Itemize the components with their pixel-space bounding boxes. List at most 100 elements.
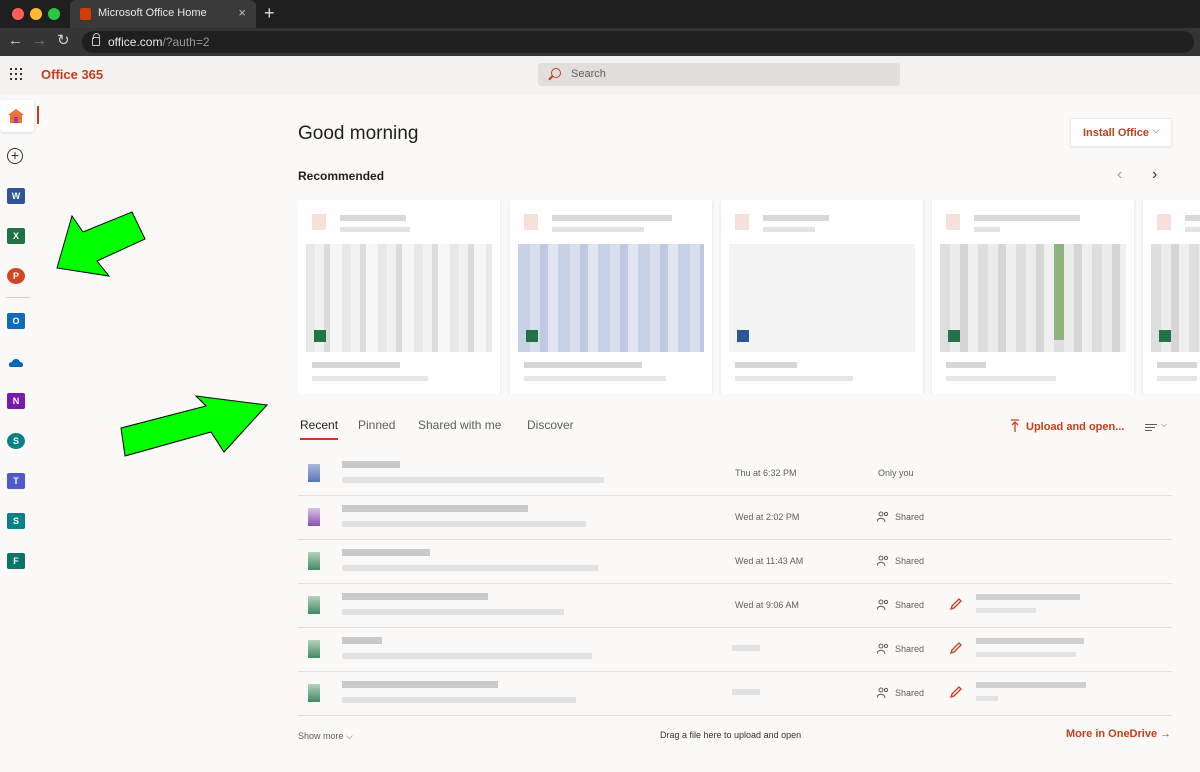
recommended-card[interactable] [1143, 200, 1200, 394]
file-name [342, 461, 400, 468]
recommended-card[interactable] [298, 200, 500, 394]
word-icon [737, 330, 749, 342]
shared-people-icon [877, 511, 889, 522]
recommended-heading: Recommended [298, 169, 385, 183]
brand-name[interactable]: Office 365 [41, 67, 103, 82]
card-file-location [524, 376, 666, 381]
excel-icon [314, 330, 326, 342]
card-activity-text [1185, 215, 1200, 221]
file-row[interactable]: Shared [298, 628, 1172, 672]
excel-icon [308, 684, 320, 702]
activity-icon [735, 214, 749, 230]
powerpoint-icon[interactable]: P [7, 268, 25, 284]
file-path [342, 565, 598, 571]
file-date: Wed at 11:43 AM [735, 556, 804, 566]
drag-upload-hint: Drag a file here to upload and open [660, 730, 802, 740]
search-box[interactable]: Search [538, 63, 900, 86]
sway-icon[interactable]: S [7, 513, 25, 529]
tab-close-icon[interactable]: × [238, 5, 246, 21]
onedrive-icon[interactable] [7, 355, 25, 371]
word-icon[interactable]: W [7, 188, 25, 204]
sort-icon[interactable]: ⌵ [1145, 420, 1169, 434]
file-row[interactable]: Wed at 9:06 AM Shared [298, 584, 1172, 628]
thumbnail-highlight [1054, 244, 1064, 340]
shared-people-icon [877, 643, 889, 654]
tab-recent[interactable]: Recent [300, 418, 339, 440]
search-icon [551, 68, 561, 78]
file-path [342, 653, 592, 659]
onenote-icon[interactable]: N [7, 393, 25, 409]
card-file-location [735, 376, 853, 381]
previous-icon[interactable]: ‹ [1117, 166, 1122, 184]
recommended-card[interactable] [510, 200, 712, 394]
url-path: /?auth=2 [162, 35, 210, 49]
shared-people-icon [877, 687, 889, 698]
excel-icon[interactable]: X [7, 228, 25, 244]
file-sharing: Shared [895, 644, 925, 654]
excel-icon [308, 640, 320, 658]
install-office-button[interactable]: Install Office ⌵ [1070, 118, 1172, 147]
next-icon[interactable]: › [1152, 166, 1157, 184]
card-file-name [735, 362, 797, 368]
card-activity-time [552, 227, 644, 232]
reload-button[interactable]: ↻ [57, 32, 70, 50]
arrow-pointing-to-cards-icon [120, 395, 269, 457]
tab-title: Microsoft Office Home [98, 7, 207, 19]
file-date: Wed at 2:02 PM [735, 512, 800, 522]
browser-tab[interactable]: Microsoft Office Home × [70, 0, 256, 28]
tab-shared-with-me[interactable]: Shared with me [418, 418, 501, 438]
create-icon[interactable]: + [7, 148, 23, 164]
activity-text [976, 638, 1084, 644]
recommended-card[interactable] [721, 200, 923, 394]
maximize-window-button[interactable] [48, 8, 60, 20]
close-window-button[interactable] [12, 8, 24, 20]
card-file-location [312, 376, 428, 381]
lock-icon [92, 33, 100, 46]
tab-discover[interactable]: Discover [527, 418, 574, 438]
minimize-window-button[interactable] [30, 8, 42, 20]
tab-pinned[interactable]: Pinned [358, 418, 395, 438]
card-activity-text [763, 215, 829, 221]
card-thumbnail [306, 244, 492, 352]
more-in-onedrive-link[interactable]: More in OneDrive → [1066, 728, 1171, 740]
file-name [342, 505, 528, 512]
file-row[interactable]: Wed at 2:02 PM Shared [298, 496, 1172, 540]
outlook-icon[interactable]: O [7, 313, 25, 329]
show-more-button[interactable]: Show more ⌵ [298, 731, 353, 742]
address-bar[interactable]: office.com/?auth=2 [82, 31, 1194, 53]
home-icon [8, 109, 24, 123]
recommended-card[interactable] [932, 200, 1134, 394]
card-activity-text [552, 215, 672, 221]
file-row[interactable]: Shared [298, 672, 1172, 716]
upload-and-open-button[interactable]: Upload and open... [1026, 421, 1124, 433]
file-path [342, 477, 604, 483]
forms-icon[interactable]: F [7, 553, 25, 569]
recommended-cards [298, 200, 1200, 394]
arrow-pointing-to-rail-icon [56, 211, 146, 277]
forward-button[interactable]: → [32, 32, 47, 50]
sharepoint-icon[interactable]: S [7, 433, 25, 449]
excel-icon [526, 330, 538, 342]
card-activity-text [340, 215, 406, 221]
activity-time [976, 652, 1076, 657]
file-row[interactable]: Wed at 11:43 AM Shared [298, 540, 1172, 584]
file-name [342, 681, 498, 688]
office-header: Office 365 Search [0, 56, 1200, 94]
pencil-icon [949, 642, 962, 655]
shared-people-icon [877, 599, 889, 610]
file-path [342, 521, 586, 527]
file-date [732, 645, 760, 651]
card-thumbnail [940, 244, 1126, 352]
back-button[interactable]: ← [8, 32, 23, 50]
chevron-down-icon: ⌵ [1161, 420, 1168, 429]
teams-icon[interactable]: T [7, 473, 25, 489]
new-tab-button[interactable]: + [264, 3, 275, 23]
file-date: Thu at 6:32 PM [735, 468, 797, 478]
excel-icon [308, 552, 320, 570]
app-launcher-icon[interactable] [10, 68, 22, 80]
file-sharing: Shared [895, 512, 925, 522]
greeting-heading: Good morning [298, 123, 419, 144]
file-row[interactable]: Thu at 6:32 PM Only you [298, 452, 1172, 496]
card-activity-text [974, 215, 1080, 221]
office-favicon-icon [80, 8, 91, 20]
